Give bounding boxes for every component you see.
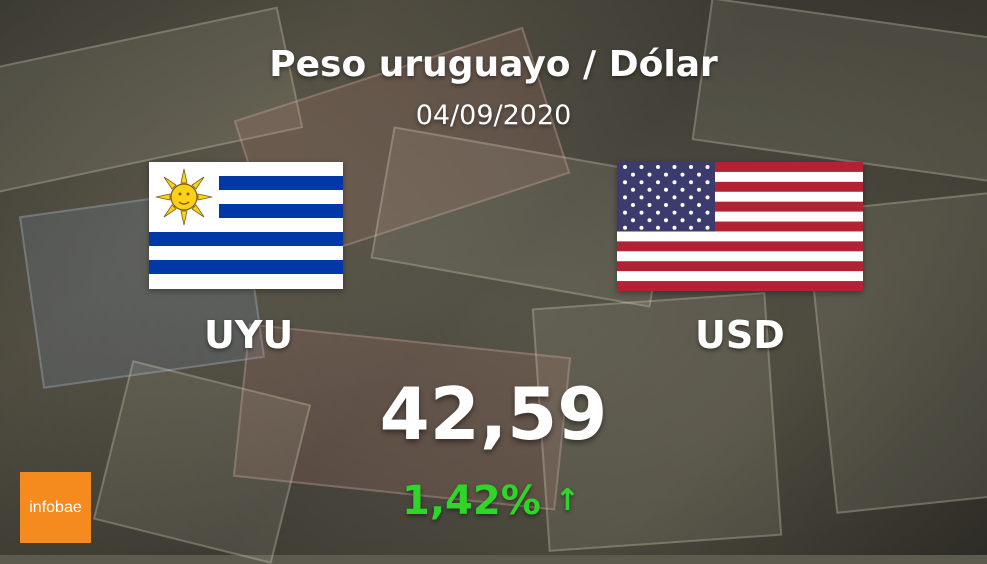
from-currency-code: UYU: [204, 313, 294, 357]
usa-flag-icon: [617, 162, 863, 292]
exchange-rate-value: 42,59: [379, 372, 608, 456]
page-title: Peso uruguayo / Dólar: [269, 44, 718, 85]
rate-change-value: 1,42%: [402, 478, 541, 524]
infobae-logo: infobae: [20, 472, 91, 543]
rate-change: 1,42% ↑: [402, 478, 602, 524]
banknote: [691, 0, 987, 187]
to-currency-code: USD: [695, 313, 785, 357]
date-label: 04/09/2020: [415, 100, 572, 131]
uruguay-flag-icon: [149, 162, 343, 289]
logo-text: infobae: [29, 498, 82, 516]
arrow-up-icon: ↑: [554, 483, 580, 518]
